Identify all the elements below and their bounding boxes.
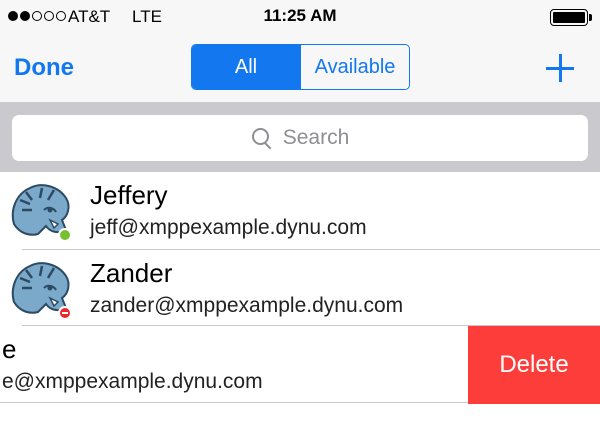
contact-jid: e@xmppexample.dynu.com xyxy=(2,370,263,393)
contact-name: e xyxy=(2,334,17,364)
done-button[interactable]: Done xyxy=(14,54,74,82)
navigation-bar: Done All Available xyxy=(0,36,600,102)
battery-tip xyxy=(589,14,592,21)
online-status-icon xyxy=(58,228,72,242)
delete-button[interactable]: Delete xyxy=(468,326,600,404)
search-icon xyxy=(251,127,273,149)
row-separator xyxy=(0,402,468,403)
contact-row-swiped[interactable]: e e@xmppexample.dynu.com Delete xyxy=(0,326,600,404)
add-contact-button[interactable] xyxy=(540,48,580,88)
busy-status-icon xyxy=(58,306,72,320)
contact-row-jeffery[interactable]: Jeffery jeff@xmppexample.dynu.com xyxy=(0,172,600,250)
contact-jid: zander@xmppexample.dynu.com xyxy=(90,294,404,317)
segment-available[interactable]: Available xyxy=(300,45,409,89)
status-time: 11:25 AM xyxy=(263,6,337,25)
segment-all[interactable]: All xyxy=(192,45,300,89)
search-input[interactable]: Search xyxy=(12,115,588,161)
search-bar: Search xyxy=(0,102,600,172)
battery-icon xyxy=(550,9,588,26)
contact-name: Jeffery xyxy=(90,180,168,210)
status-bar: AT&T LTE 11:25 AM xyxy=(0,0,600,36)
search-placeholder: Search xyxy=(282,126,350,149)
swiped-row-content: e e@xmppexample.dynu.com xyxy=(0,326,512,404)
contact-row-zander[interactable]: Zander zander@xmppexample.dynu.com xyxy=(0,250,600,328)
contact-jid: jeff@xmppexample.dynu.com xyxy=(90,216,367,239)
contact-name: Zander xyxy=(90,258,173,288)
filter-segmented-control: All Available xyxy=(191,44,410,90)
